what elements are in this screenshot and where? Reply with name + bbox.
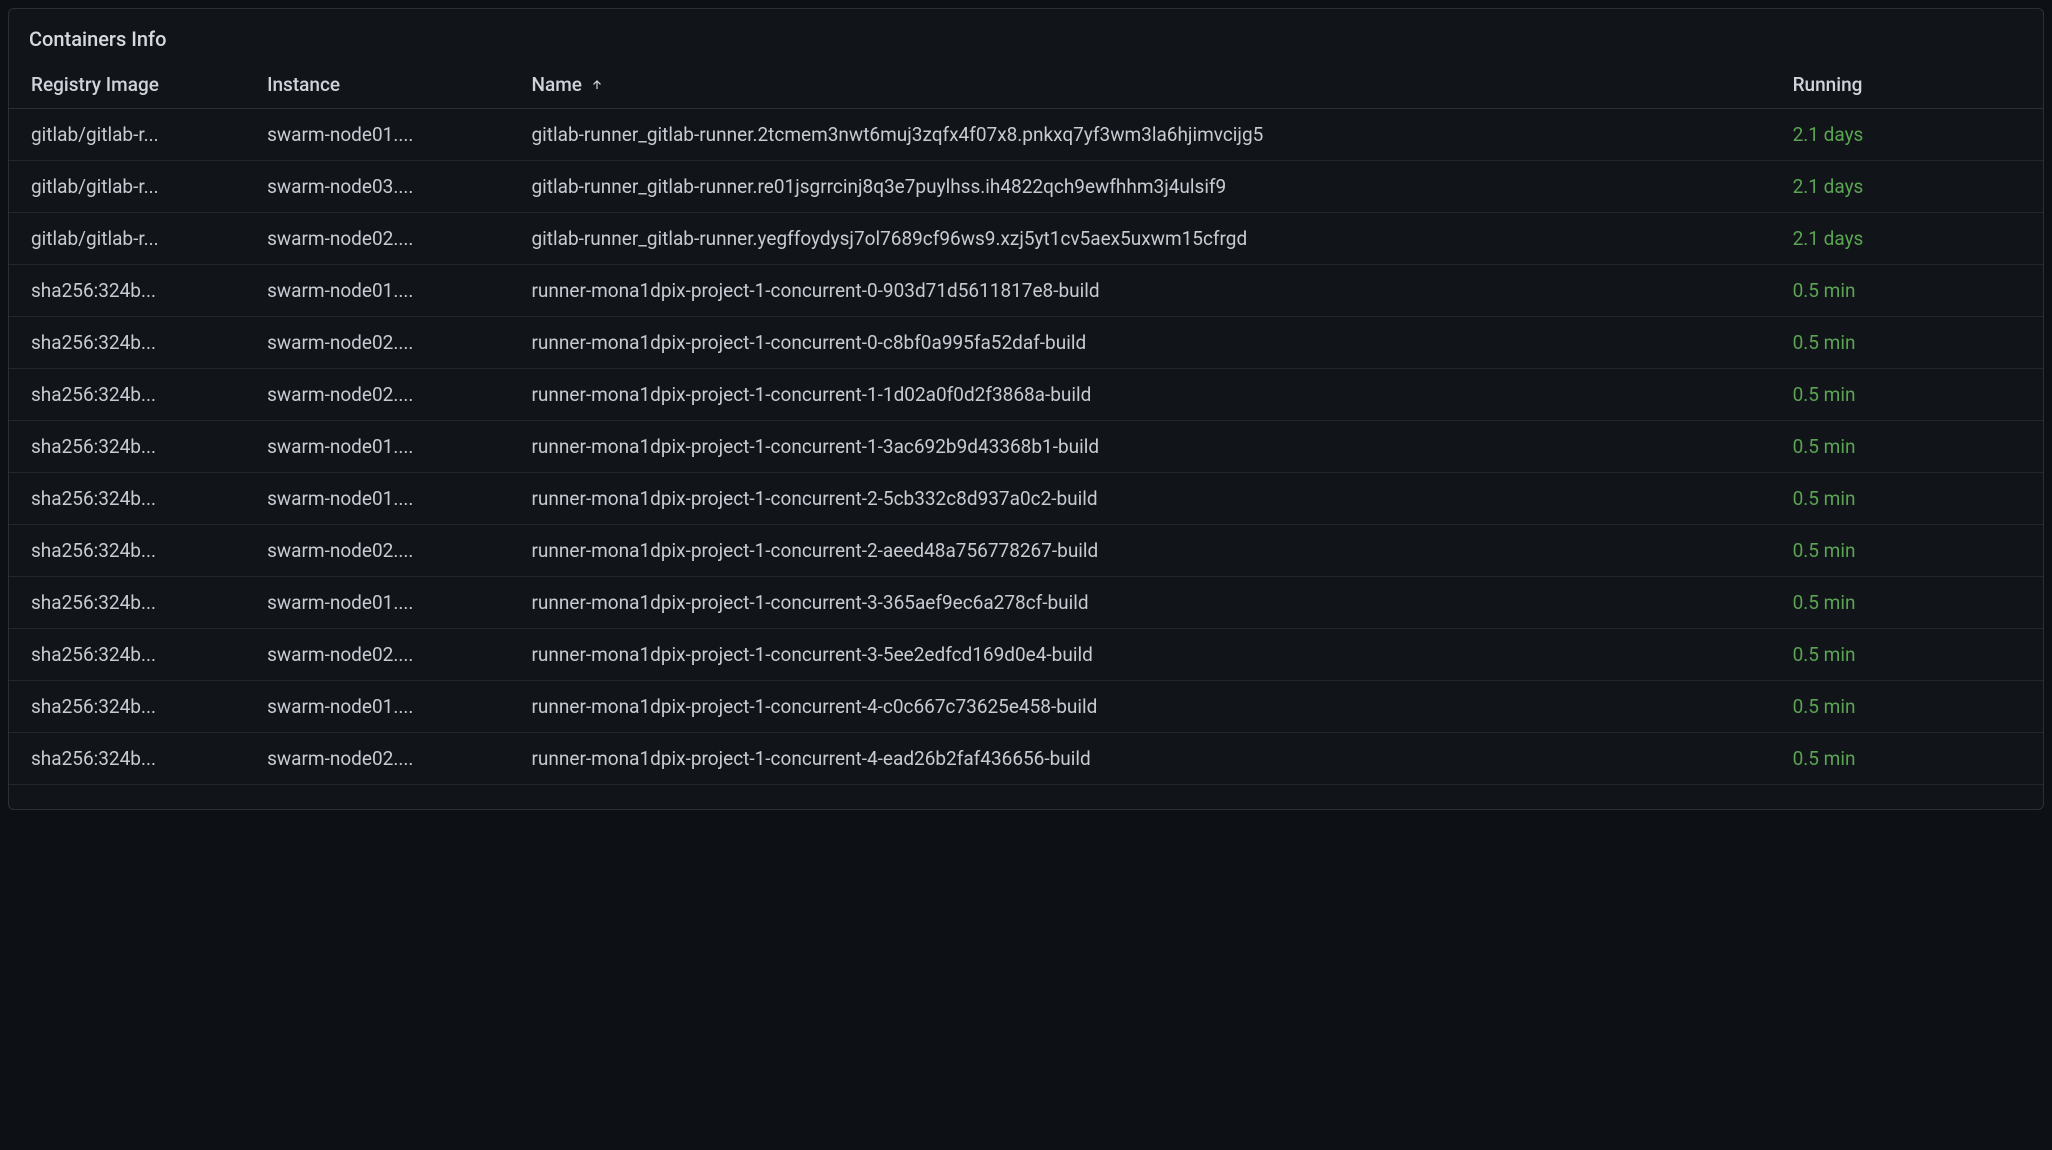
- cell-instance: swarm-node01....: [253, 109, 517, 161]
- cell-registry: sha256:324b...: [9, 473, 253, 525]
- cell-name: runner-mona1dpix-project-1-concurrent-3-…: [517, 577, 1778, 629]
- cell-instance: swarm-node02....: [253, 525, 517, 577]
- cell-registry: sha256:324b...: [9, 525, 253, 577]
- table-row[interactable]: sha256:324b...swarm-node01....runner-mon…: [9, 473, 2043, 525]
- cell-registry: sha256:324b...: [9, 577, 253, 629]
- cell-name: runner-mona1dpix-project-1-concurrent-2-…: [517, 525, 1778, 577]
- cell-name: runner-mona1dpix-project-1-concurrent-1-…: [517, 421, 1778, 473]
- cell-name: runner-mona1dpix-project-1-concurrent-0-…: [517, 265, 1778, 317]
- cell-registry: gitlab/gitlab-r...: [9, 213, 253, 265]
- cell-running: 0.5 min: [1779, 369, 2043, 421]
- cell-instance: swarm-node02....: [253, 369, 517, 421]
- cell-instance: swarm-node03....: [253, 161, 517, 213]
- cell-instance: swarm-node02....: [253, 629, 517, 681]
- table-row[interactable]: sha256:324b...swarm-node01....runner-mon…: [9, 681, 2043, 733]
- cell-name: runner-mona1dpix-project-1-concurrent-2-…: [517, 473, 1778, 525]
- cell-running: 0.5 min: [1779, 473, 2043, 525]
- cell-running: 0.5 min: [1779, 577, 2043, 629]
- cell-registry: sha256:324b...: [9, 421, 253, 473]
- cell-running: 0.5 min: [1779, 681, 2043, 733]
- panel-title: Containers Info: [9, 19, 2043, 63]
- cell-running: 0.5 min: [1779, 317, 2043, 369]
- cell-instance: swarm-node02....: [253, 317, 517, 369]
- cell-name: gitlab-runner_gitlab-runner.re01jsgrrcin…: [517, 161, 1778, 213]
- cell-instance: swarm-node01....: [253, 265, 517, 317]
- cell-running: 0.5 min: [1779, 421, 2043, 473]
- cell-running: 0.5 min: [1779, 525, 2043, 577]
- cell-registry: sha256:324b...: [9, 317, 253, 369]
- table-row[interactable]: sha256:324b...swarm-node02....runner-mon…: [9, 733, 2043, 785]
- cell-instance: swarm-node02....: [253, 213, 517, 265]
- table-row[interactable]: sha256:324b...swarm-node01....runner-mon…: [9, 421, 2043, 473]
- cell-name: runner-mona1dpix-project-1-concurrent-0-…: [517, 317, 1778, 369]
- table-row[interactable]: gitlab/gitlab-r...swarm-node03....gitlab…: [9, 161, 2043, 213]
- cell-instance: swarm-node01....: [253, 577, 517, 629]
- table-row[interactable]: sha256:324b...swarm-node02....runner-mon…: [9, 369, 2043, 421]
- cell-name: gitlab-runner_gitlab-runner.2tcmem3nwt6m…: [517, 109, 1778, 161]
- cell-running: 2.1 days: [1779, 109, 2043, 161]
- cell-running: 0.5 min: [1779, 733, 2043, 785]
- cell-registry: sha256:324b...: [9, 629, 253, 681]
- header-instance[interactable]: Instance: [253, 63, 517, 109]
- table-row[interactable]: sha256:324b...swarm-node02....runner-mon…: [9, 525, 2043, 577]
- cell-running: 0.5 min: [1779, 265, 2043, 317]
- table-row[interactable]: sha256:324b...swarm-node01....runner-mon…: [9, 577, 2043, 629]
- cell-registry: gitlab/gitlab-r...: [9, 109, 253, 161]
- table-row[interactable]: sha256:324b...swarm-node01....runner-mon…: [9, 265, 2043, 317]
- containers-info-panel: Containers Info Registry Image Instance …: [8, 8, 2044, 810]
- cell-registry: gitlab/gitlab-r...: [9, 161, 253, 213]
- cell-instance: swarm-node02....: [253, 733, 517, 785]
- cell-running: 2.1 days: [1779, 213, 2043, 265]
- header-registry-label: Registry Image: [31, 73, 159, 96]
- table-row[interactable]: gitlab/gitlab-r...swarm-node01....gitlab…: [9, 109, 2043, 161]
- table-header-row: Registry Image Instance Name Running: [9, 63, 2043, 109]
- cell-registry: sha256:324b...: [9, 369, 253, 421]
- header-running-label: Running: [1793, 73, 1863, 96]
- cell-instance: swarm-node01....: [253, 681, 517, 733]
- table-row[interactable]: sha256:324b...swarm-node02....runner-mon…: [9, 317, 2043, 369]
- header-registry[interactable]: Registry Image: [9, 63, 253, 109]
- cell-instance: swarm-node01....: [253, 421, 517, 473]
- table-row[interactable]: gitlab/gitlab-r...swarm-node02....gitlab…: [9, 213, 2043, 265]
- cell-name: gitlab-runner_gitlab-runner.yegffoydysj7…: [517, 213, 1778, 265]
- cell-name: runner-mona1dpix-project-1-concurrent-3-…: [517, 629, 1778, 681]
- cell-registry: sha256:324b...: [9, 265, 253, 317]
- cell-running: 0.5 min: [1779, 629, 2043, 681]
- header-instance-label: Instance: [267, 73, 340, 96]
- cell-registry: sha256:324b...: [9, 733, 253, 785]
- header-name-label: Name: [531, 73, 581, 96]
- header-name-sort[interactable]: Name: [531, 73, 603, 96]
- cell-name: runner-mona1dpix-project-1-concurrent-4-…: [517, 681, 1778, 733]
- containers-table: Registry Image Instance Name Running: [9, 63, 2043, 785]
- sort-ascending-icon: [590, 78, 604, 92]
- cell-instance: swarm-node01....: [253, 473, 517, 525]
- cell-name: runner-mona1dpix-project-1-concurrent-1-…: [517, 369, 1778, 421]
- header-name[interactable]: Name: [517, 63, 1778, 109]
- header-running[interactable]: Running: [1779, 63, 2043, 109]
- cell-registry: sha256:324b...: [9, 681, 253, 733]
- cell-running: 2.1 days: [1779, 161, 2043, 213]
- table-row[interactable]: sha256:324b...swarm-node02....runner-mon…: [9, 629, 2043, 681]
- cell-name: runner-mona1dpix-project-1-concurrent-4-…: [517, 733, 1778, 785]
